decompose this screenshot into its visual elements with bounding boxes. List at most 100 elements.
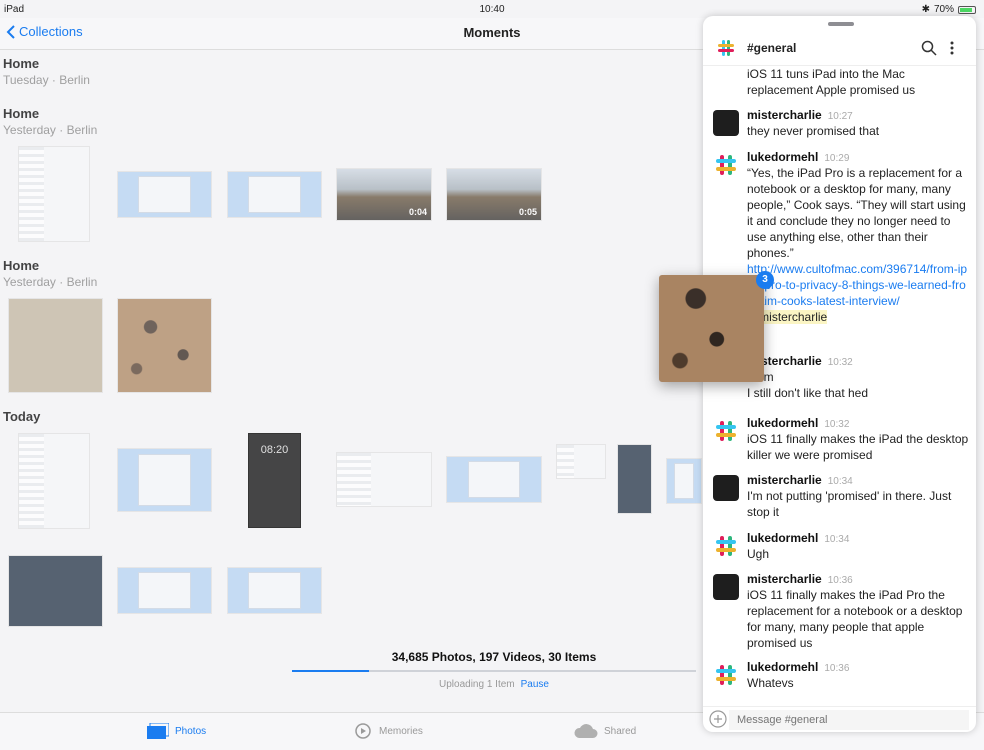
moment-title: Home [3,56,40,71]
photo-thumbnail[interactable] [227,567,322,614]
message-author[interactable]: lukedormehl 10:36 [747,660,849,674]
message-author[interactable]: lukedormehl 10:32 [747,416,849,430]
moment-title: Today [3,409,41,424]
message-time: 10:36 [827,575,853,586]
message-time: 10:36 [824,663,850,674]
message-text: I'm not putting 'promised' in there. Jus… [747,489,952,519]
tab-label: Memories [379,725,423,737]
photo-thumbnail[interactable] [666,458,702,504]
moment-subtitle: Yesterday · Berlin [3,123,98,137]
avatar[interactable] [713,418,739,444]
more-options-icon[interactable] [949,40,955,56]
photo-thumbnail[interactable] [446,456,542,503]
message-author[interactable]: mistercharlie 10:36 [747,572,853,586]
status-time: 10:40 [479,4,505,15]
moment-title: Home [3,106,40,121]
video-thumbnail[interactable]: 0:04 [336,168,432,221]
message-text: they never promised that [747,124,880,138]
tab-photos[interactable]: Photos [147,723,206,739]
tab-label: Shared [604,725,637,737]
channel-name[interactable]: #general [747,41,796,55]
tab-label: Photos [175,725,207,737]
message-composer [703,706,976,732]
message-author[interactable]: mistercharlie 10:27 [747,108,853,122]
upload-progress-bar [292,670,696,672]
drag-count-badge: 3 [756,271,774,289]
message-text: iOS 11 finally makes the iPad the deskto… [747,432,969,462]
photos-icon [147,723,169,739]
upload-status-text: Uploading 1 Item [439,679,515,690]
search-icon[interactable] [921,40,937,56]
moment-header[interactable]: Home Tuesday · Berlin [3,56,90,87]
upload-progress-fill [292,670,369,672]
tab-memories[interactable]: Memories [353,723,423,739]
video-duration: 0:05 [518,207,537,217]
moment-header[interactable]: Home Yesterday · Berlin [3,258,97,289]
photo-thumbnail[interactable] [117,567,212,614]
video-duration: 0:04 [408,207,427,217]
moment-subtitle: Yesterday · Berlin [3,275,98,289]
bluetooth-icon: ✱ [921,4,930,15]
slide-over-grabber[interactable] [828,22,854,26]
memories-icon [355,723,371,739]
message-text: Ugh [747,547,770,561]
slack-avatar-icon [713,418,739,444]
lockscreen-time: 08:20 [260,444,289,456]
photo-thumbnail[interactable]: 08:20 [248,433,301,528]
pause-button[interactable]: Pause [521,679,549,690]
quote-text: “Yes, the iPad Pro is a replacement for … [747,166,966,260]
channel-header: #general [703,32,976,66]
message-time: 10:32 [824,419,850,430]
message-author[interactable]: lukedormehl 10:29 [747,150,849,164]
photo-thumbnail[interactable] [617,444,652,514]
article-link[interactable]: http://www.cultofmac.com/396714/from-ipa… [747,261,969,309]
slack-avatar-icon [713,533,739,559]
moment-header[interactable]: Home Yesterday · Berlin [3,106,97,137]
message-text: hmm I still don't like that hed [747,370,869,400]
photo-thumbnail[interactable] [18,433,90,529]
message-text: Whatevs [747,676,794,690]
slack-logo-icon[interactable] [717,39,735,57]
message-time: 10:27 [827,111,853,122]
library-counts: 34,685 Photos, 197 Videos, 30 Items [391,650,597,664]
slack-avatar-icon [713,662,739,688]
avatar[interactable] [713,152,739,178]
photo-thumbnail[interactable] [117,448,212,512]
avatar[interactable] [713,110,739,136]
message-author[interactable]: lukedormehl 10:34 [747,531,849,545]
message-author[interactable]: mistercharlie 10:34 [747,473,853,487]
slack-avatar-icon [713,152,739,178]
message-time: 10:32 [827,357,853,368]
message-time: 10:29 [824,153,850,164]
photo-thumbnail[interactable] [8,555,103,627]
message-time: 10:34 [824,534,850,545]
moment-subtitle: Tuesday · Berlin [3,73,90,87]
cloud-icon [574,724,598,738]
avatar[interactable] [713,574,739,600]
message-input[interactable] [729,710,969,730]
moment-header[interactable]: Today [3,409,40,424]
photo-thumbnail[interactable] [8,298,103,393]
dragged-photo[interactable] [659,275,764,382]
ipad-screen: iPad 10:40 ✱ 70% Collections Moments Hom… [0,0,984,750]
photo-thumbnail[interactable] [227,171,322,218]
photo-thumbnail[interactable] [336,452,432,507]
message-text: iOS 11 tuns iPad into the Mac replacemen… [747,67,916,97]
message-time: 10:34 [827,476,853,487]
battery-percent: 70% [933,4,954,15]
message-text: iOS 11 finally makes the iPad Pro the re… [747,588,963,650]
photo-thumbnail[interactable] [556,444,606,479]
add-attachment-icon[interactable] [709,710,727,728]
upload-status: Uploading 1 Item Pause [292,679,696,690]
tab-shared[interactable]: Shared [574,723,636,739]
photo-thumbnail[interactable] [117,171,212,218]
avatar[interactable] [713,475,739,501]
photo-thumbnail[interactable] [18,146,90,242]
video-thumbnail[interactable]: 0:05 [446,168,542,221]
avatar[interactable] [713,662,739,688]
message-text: “Yes, the iPad Pro is a replacement for … [747,165,969,325]
status-right: ✱ 70% [922,4,976,15]
photo-thumbnail[interactable] [117,298,212,393]
avatar[interactable] [713,533,739,559]
moment-title: Home [3,258,40,273]
